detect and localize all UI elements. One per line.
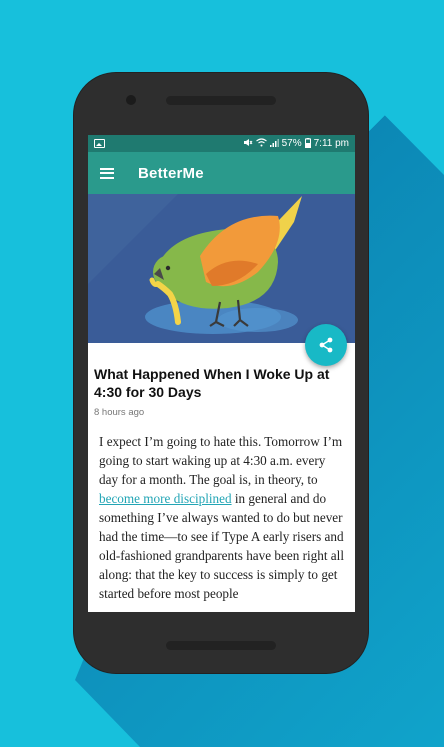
status-left [94,139,105,148]
hero-image [88,194,355,366]
body-text-start: I expect I’m going to hate this. Tomorro… [99,434,343,487]
mute-icon [243,138,253,149]
article-body: I expect I’m going to hate this. Tomorro… [94,418,349,603]
share-icon [319,337,333,353]
bird-illustration [88,194,355,343]
app-bar: BetterMe [88,152,355,194]
bottom-speaker [166,641,276,650]
battery-icon [304,137,311,150]
app-title: BetterMe [138,164,204,182]
top-speaker [166,96,276,105]
status-time: 7:11 pm [313,138,349,149]
article-title: What Happened When I Woke Up at 4:30 for… [94,366,330,400]
signal-icon [269,138,279,149]
front-camera [126,95,136,105]
image-icon [94,139,105,148]
article-time: 8 hours ago [94,407,145,418]
phone-screen: 57% 7:11 pm BetterMe What Happened When … [88,135,355,612]
article-link[interactable]: become more disciplined [99,491,232,506]
battery-percent: 57% [281,138,302,149]
status-right: 57% 7:11 pm [243,137,349,150]
hamburger-menu-icon[interactable] [100,167,114,179]
share-button[interactable] [305,324,347,366]
body-text-end: in general and do something I’ve always … [99,491,344,601]
article: What Happened When I Woke Up at 4:30 for… [88,343,355,603]
status-bar: 57% 7:11 pm [88,135,355,152]
wifi-icon [255,138,267,149]
